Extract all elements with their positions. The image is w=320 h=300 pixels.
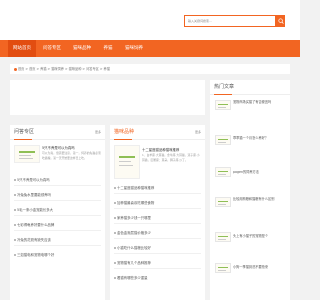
hot-article-link[interactable]: 比较用狗粮和猫粮有什么区别 [233,197,288,207]
hot-article-link[interactable]: 头上有小猫子的宠物是个 [233,234,288,239]
hot-article-link[interactable]: 宠物商场买猫了有否便宜吗 [233,100,288,110]
hot-article-thumbnail[interactable] [215,135,231,145]
qa-featured-desc: 可以为真，但需要注意，第一，饲养的先猫必须吃猫粮，第一天开始要这样日上吃。 [42,151,101,160]
qa-panel: 问答专区 更多 5只不养是可以为真吗 可以为真，但需要注意，第一，饲养的先猫必须… [10,125,105,300]
list-item[interactable]: 家养猫多少钱一只哪里 [114,215,202,220]
main-nav: 网站首页 问答专区 猫咪品种 养猫 猫咪饲养 [0,40,300,57]
search-icon [277,17,284,24]
hot-article-link[interactable]: 乖乖猫一个月怎么养好？ [233,136,288,146]
search-input[interactable]: 输入关键词搜索... [184,15,276,27]
list-item[interactable]: 三如猫电和宠物电哪个好 [14,252,102,257]
breeds-featured-desc: 1、白羊座·大耳猫。金牛座·大耳猫，双子座·小耳猫，巨蟹座：耳朵。狮子座·沙丁。 [142,153,200,162]
qa-featured-title[interactable]: 5只不养是可以为真吗 [42,145,75,150]
qa-more-link[interactable]: 更多 [95,125,101,139]
hot-article-thumbnail[interactable] [215,263,231,273]
list-item[interactable]: 看猫有哪些多少重量 [114,275,202,280]
breadcrumb-text[interactable]: 首页 > 首页 > 养猫 > 猫咪饲养 > 猫咪品种 > 问答专区 > 养猫 [18,67,110,71]
hot-panel-title: 热门文章 [214,84,235,90]
hot-article-thumbnail[interactable] [215,167,231,177]
list-item[interactable]: 金色金渐层猫价格多少 [114,230,202,235]
list-item[interactable]: 5毛一条小金宠能长多大 [14,207,102,212]
breeds-more-link[interactable]: 更多 [195,125,201,139]
list-item[interactable]: 小猫吃什么猫粮比较好 [114,245,202,250]
hot-article-link[interactable]: pagen的饲养方法 [233,170,288,175]
breeds-panel-title: 猫咪品种 [114,129,135,135]
hot-article-thumbnail[interactable] [215,100,231,110]
breeds-featured-title[interactable]: 十二星座猫品种猫咪推荐 [142,147,179,152]
nav-item-raise[interactable]: 养猫 [98,40,118,57]
banner-panel [10,80,205,115]
list-item[interactable]: 冷兔兔水里要能领养吗 [14,192,102,197]
hot-article-link[interactable]: 小狗一季猫到洗不要抢来 [233,265,288,270]
list-item[interactable]: 七彩得龟养好要什么品牌 [14,222,102,227]
qa-panel-title: 问答专区 [14,129,35,135]
list-item[interactable]: 冷兔的花斑有缺失应该 [14,237,102,242]
breeds-panel: 猫咪品种 更多 十二星座猫品种猫咪推荐 1、白羊座·大耳猫。金牛座·大耳猫，双子… [110,125,205,300]
nav-item-feeding[interactable]: 猫咪饲养 [120,40,148,57]
nav-item-breeds[interactable]: 猫咪品种 [68,40,96,57]
qa-featured-image[interactable] [14,145,40,163]
hot-article-thumbnail[interactable] [215,197,231,207]
header: 输入关键词搜索... [0,0,300,40]
nav-item-home[interactable]: 网站首页 [8,40,36,57]
search-button[interactable] [276,15,285,27]
hot-article-thumbnail[interactable] [215,232,231,242]
nav-item-qa[interactable]: 问答专区 [38,40,66,57]
home-icon [14,67,17,71]
list-item[interactable]: 加菲猫最喜欢吃哪些食物 [114,200,202,205]
list-item[interactable]: 宠物猫有几个品种推荐 [114,260,202,265]
list-item[interactable]: 5只不养是可以为真吗 [14,177,102,182]
breeds-featured-image[interactable] [114,145,140,179]
list-item[interactable]: 十二星座猫品种猫咪推荐 [114,185,202,190]
breadcrumb: 首页 > 首页 > 养猫 > 猫咪饲养 > 猫咪品种 > 问答专区 > 养猫 [10,64,290,74]
